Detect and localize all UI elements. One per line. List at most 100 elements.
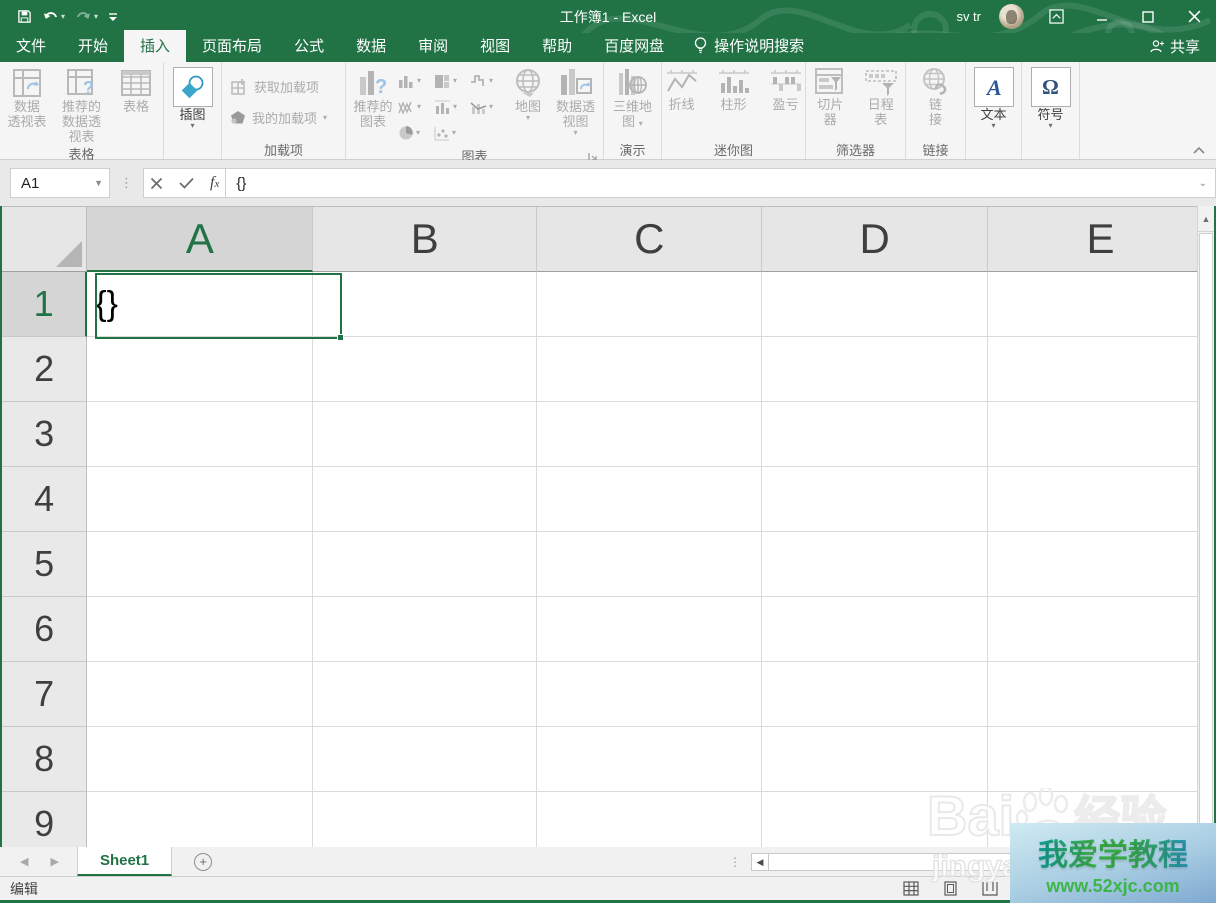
tab-baidu-netdisk[interactable]: 百度网盘 [588, 30, 680, 62]
cell-d2[interactable] [762, 337, 989, 402]
close-button[interactable] [1180, 5, 1208, 29]
column-chart-button[interactable]: ▾ [398, 68, 434, 94]
scroll-up-icon[interactable]: ▲ [1198, 206, 1214, 232]
scroll-left-icon[interactable]: ◀ [751, 853, 769, 871]
row-header-2[interactable]: 2 [2, 337, 88, 402]
tab-insert[interactable]: 插入 [124, 30, 187, 62]
insert-function-icon[interactable]: fx [210, 174, 219, 192]
row-header-5[interactable]: 5 [2, 532, 88, 597]
cell-a7[interactable] [87, 662, 314, 727]
hierarchy-chart-button[interactable]: ▾ [434, 68, 470, 94]
cell-d9[interactable] [762, 792, 989, 850]
sparkline-line-button[interactable]: 折线 [661, 64, 703, 112]
column-header-e[interactable]: E [988, 207, 1214, 272]
my-addins-button[interactable]: 我的加载项 ▾ [224, 102, 333, 133]
horizontal-scrollbar[interactable]: ⋮ ◀ [729, 847, 1014, 877]
pivotchart-button[interactable]: 数据透视图 ▾ [550, 64, 601, 137]
cell-b2[interactable] [313, 337, 538, 402]
collapse-ribbon-icon[interactable] [1192, 146, 1206, 155]
tab-view[interactable]: 视图 [464, 30, 526, 62]
sparkline-winloss-button[interactable]: 盈亏 [765, 64, 807, 112]
cell-e7[interactable] [988, 662, 1214, 727]
symbols-button[interactable]: Ω 符号 ▾ [1026, 64, 1076, 130]
cell-a1[interactable]: {} [87, 272, 314, 337]
formula-bar-divider[interactable]: ⋮ [120, 175, 133, 191]
tell-me-search[interactable]: 操作说明搜索 [694, 35, 804, 62]
tab-help[interactable]: 帮助 [526, 30, 588, 62]
cell-c9[interactable] [537, 792, 763, 850]
cell-a4[interactable] [87, 467, 314, 532]
cell-d1[interactable] [762, 272, 989, 337]
sparkline-column-button[interactable]: 柱形 [713, 64, 755, 112]
slicer-button[interactable]: 切片器 [808, 64, 853, 127]
cell-e2[interactable] [988, 337, 1214, 402]
tab-review[interactable]: 审阅 [402, 30, 464, 62]
cell-c1[interactable] [537, 272, 763, 337]
share-button[interactable]: 共享 [1149, 36, 1200, 57]
enter-icon[interactable] [179, 177, 194, 189]
cell-d3[interactable] [762, 402, 989, 467]
undo-icon[interactable]: ▾ [39, 8, 68, 26]
cell-d7[interactable] [762, 662, 989, 727]
minimize-button[interactable] [1088, 5, 1116, 29]
illustrations-button[interactable]: 插图 ▾ [168, 64, 218, 130]
cell-b3[interactable] [313, 402, 538, 467]
cell-a3[interactable] [87, 402, 314, 467]
recommended-pivottables-button[interactable]: ? 推荐的 数据透视表 [52, 64, 111, 144]
cell-e1[interactable] [988, 272, 1214, 337]
customize-quick-access-icon[interactable] [105, 9, 121, 25]
cell-c6[interactable] [537, 597, 763, 662]
ribbon-display-options-icon[interactable] [1042, 5, 1070, 29]
formula-input[interactable]: {} ⌄ [226, 168, 1216, 198]
tab-home[interactable]: 开始 [62, 30, 124, 62]
cell-b8[interactable] [313, 727, 538, 792]
row-header-1[interactable]: 1 [2, 272, 88, 337]
cell-a5[interactable] [87, 532, 314, 597]
waterfall-chart-button[interactable]: ▾ [470, 68, 506, 94]
link-button[interactable]: 链接 [914, 64, 958, 127]
column-header-b[interactable]: B [313, 207, 538, 272]
new-sheet-button[interactable]: + [194, 847, 213, 876]
row-header-9[interactable]: 9 [2, 792, 88, 850]
row-header-3[interactable]: 3 [2, 402, 88, 467]
row-header-8[interactable]: 8 [2, 727, 88, 792]
cell-c4[interactable] [537, 467, 763, 532]
tab-data[interactable]: 数据 [340, 30, 402, 62]
sheet-nav-left-icon[interactable]: ◀ [20, 855, 28, 868]
cell-c2[interactable] [537, 337, 763, 402]
bar-chart-button[interactable]: ▾ [434, 94, 470, 120]
cell-d6[interactable] [762, 597, 989, 662]
user-avatar[interactable] [999, 4, 1024, 29]
page-layout-view-icon[interactable] [943, 881, 958, 896]
maximize-button[interactable] [1134, 5, 1162, 29]
pie-chart-button[interactable]: ▾ [398, 120, 434, 146]
select-all-corner[interactable] [2, 207, 88, 272]
row-header-6[interactable]: 6 [2, 597, 88, 662]
name-box[interactable]: A1 ▼ [10, 168, 110, 198]
cell-b6[interactable] [313, 597, 538, 662]
cell-c8[interactable] [537, 727, 763, 792]
cell-e8[interactable] [988, 727, 1214, 792]
cell-b9[interactable] [313, 792, 538, 850]
redo-icon[interactable]: ▾ [72, 8, 101, 26]
cell-b5[interactable] [313, 532, 538, 597]
cell-e4[interactable] [988, 467, 1214, 532]
maps-button[interactable]: 地图 ▾ [506, 64, 550, 122]
cell-a2[interactable] [87, 337, 314, 402]
cell-c7[interactable] [537, 662, 763, 727]
cell-e6[interactable] [988, 597, 1214, 662]
cell-d8[interactable] [762, 727, 989, 792]
scatter-chart-button[interactable]: ▾ [434, 120, 470, 146]
cell-a6[interactable] [87, 597, 314, 662]
formula-bar-expand-icon[interactable]: ⌄ [1199, 178, 1207, 189]
normal-view-icon[interactable] [903, 881, 919, 896]
row-header-7[interactable]: 7 [2, 662, 88, 727]
sheet-tab-sheet1[interactable]: Sheet1 [76, 847, 173, 876]
table-button[interactable]: 表格 [111, 64, 161, 114]
cell-b4[interactable] [313, 467, 538, 532]
horizontal-scroll-thumb[interactable] [769, 853, 1014, 871]
cell-d4[interactable] [762, 467, 989, 532]
row-header-4[interactable]: 4 [2, 467, 88, 532]
user-name[interactable]: sv tr [956, 9, 981, 24]
cell-c5[interactable] [537, 532, 763, 597]
